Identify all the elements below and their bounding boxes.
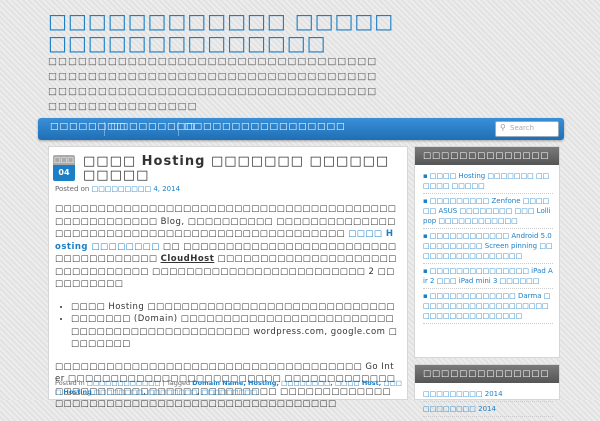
post-paragraph-1: □□□□□□□□□□□□□□□□□□□□□□□□□□□□□□□□□□□□□□□□… <box>55 203 399 291</box>
recent-post-item[interactable]: ▪ □□□□□□□□□□□□ Android 5.0 □□□□□□□□□ Scre… <box>423 229 553 264</box>
posted-on-label: Posted on <box>55 185 90 193</box>
nav-item-3[interactable]: □□□□□□□□□□□□□□□□□ <box>184 122 346 132</box>
recent-post-item[interactable]: ▪ □□□□□□□□□□□□□□□ iPad Air 2 □□□ iPad min… <box>423 264 553 289</box>
recent-post-label: □□□□□□□□□ Zenfone □□□□□□ ASUS □□□□□□□□ □… <box>423 197 551 225</box>
category-link[interactable]: □□□□□□□□□□□□ <box>87 379 161 387</box>
post-meta: Posted on □□□□□□□□□ 4, 2014 <box>55 185 180 193</box>
bullet-icon: ▪ <box>423 292 428 300</box>
recent-post-item[interactable]: ▪ □□□□□□□□□ Zenfone □□□□□□ ASUS □□□□□□□□ … <box>423 194 553 229</box>
recent-post-item[interactable]: ▪ □□□□ Hosting □□□□□□□ □□□□□□ □□□□□ <box>423 169 553 194</box>
nav-divider <box>178 122 179 136</box>
widget-title: □□□□□□□□□□□□□□ <box>415 365 559 383</box>
bullet-icon: ▪ <box>423 267 428 275</box>
bullet-icon: ▪ <box>423 232 428 240</box>
bullet-icon: ▪ <box>423 197 428 205</box>
nav-item-2[interactable]: □□□□□□□□□ <box>110 122 196 132</box>
recent-post-label: □□□□□□□□□□□□ Android 5.0 □□□□□□□□□ Scree… <box>423 232 553 260</box>
recent-post-item[interactable]: ▪ □□□□□□□□□□□□□ Darma □□□□□□□□□□□□□□□□□□□… <box>423 289 553 324</box>
bullet-icon: ▪ <box>423 172 428 180</box>
archive-item[interactable]: □□□□□□□□ 2014 <box>423 402 553 417</box>
recent-post-label: □□□□□□□□□□□□□ Darma □□□□□□□□□□□□□□□□□□□□… <box>423 292 551 320</box>
paragraph-text: □□□□□□□□□□□□□□□□□□□□□□□□□□□□□□□□□□□□□□□□… <box>55 204 397 239</box>
post-list: □□□□ Hosting □□□□□□□□□□□□□□□□□□□□□□□□□□□… <box>55 301 399 351</box>
search-icon: ⚲ <box>500 123 506 132</box>
tagged-label: | Tagged <box>162 379 191 387</box>
date-day: 04 <box>53 165 75 181</box>
post-title[interactable]: □□□□ Hosting □□□□□□□ □□□□□□ □□□□□ <box>83 155 403 183</box>
post-date-link[interactable]: □□□□□□□□□ 4, 2014 <box>92 185 180 193</box>
nav-divider <box>104 122 105 136</box>
cloudhost-link[interactable]: CloudHost <box>161 254 215 264</box>
posted-in-label: Posted in <box>55 379 85 387</box>
post-footer-meta: Posted in □□□□□□□□□□□□ | Tagged Domain N… <box>55 379 403 397</box>
list-item: □□□□ Hosting □□□□□□□□□□□□□□□□□□□□□□□□□□□… <box>71 301 399 314</box>
widget-title: □□□□□□□□□□□□□□ <box>415 147 559 165</box>
archives-widget: □□□□□□□□□□□□□□ □□□□□□□□□ 2014 □□□□□□□□ 2… <box>414 364 560 417</box>
site-description: □□□□□□□□□□□□□□□□□□□□□□□□□□□□□□□□□□□□□□□□… <box>48 56 378 112</box>
archives-list: □□□□□□□□□ 2014 □□□□□□□□ 2014 <box>415 383 559 421</box>
post-article: □□□ 04 □□□□ Hosting □□□□□□□ □□□□□□ □□□□□… <box>48 146 408 409</box>
post-date-badge: □□□ 04 <box>53 155 75 181</box>
site-title[interactable]: □□□□□□□□□□□□ □□□□□□□□□□□□□□□□□□□ <box>48 10 408 54</box>
search-placeholder: Search <box>510 124 535 132</box>
recent-post-label: □□□□ Hosting □□□□□□□ □□□□□□ □□□□□ <box>423 172 550 190</box>
main-navigation: □□□□□□□□ □□□□□□□□□ □□□□□□□□□□□□□□□□□ ⚲ S… <box>38 118 564 140</box>
site-header: □□□□□□□□□□□□ □□□□□□□□□□□□□□□□□□□ □□□□□□□… <box>0 0 600 116</box>
recent-posts-widget: □□□□□□□□□□□□□□ ▪ □□□□ Hosting □□□□□□□ □□□… <box>414 146 560 358</box>
recent-posts-list: ▪ □□□□ Hosting □□□□□□□ □□□□□□ □□□□□ ▪ □□□□… <box>415 165 559 328</box>
list-item: □□□□□□□ (Domain) □□□□□□□□□□□□□□□□□□□□□□□… <box>71 313 399 351</box>
recent-post-label: □□□□□□□□□□□□□□□ iPad Air 2 □□□ iPad mini… <box>423 267 553 285</box>
search-input[interactable]: ⚲ Search <box>495 121 559 137</box>
date-month: □□□ <box>53 155 75 165</box>
